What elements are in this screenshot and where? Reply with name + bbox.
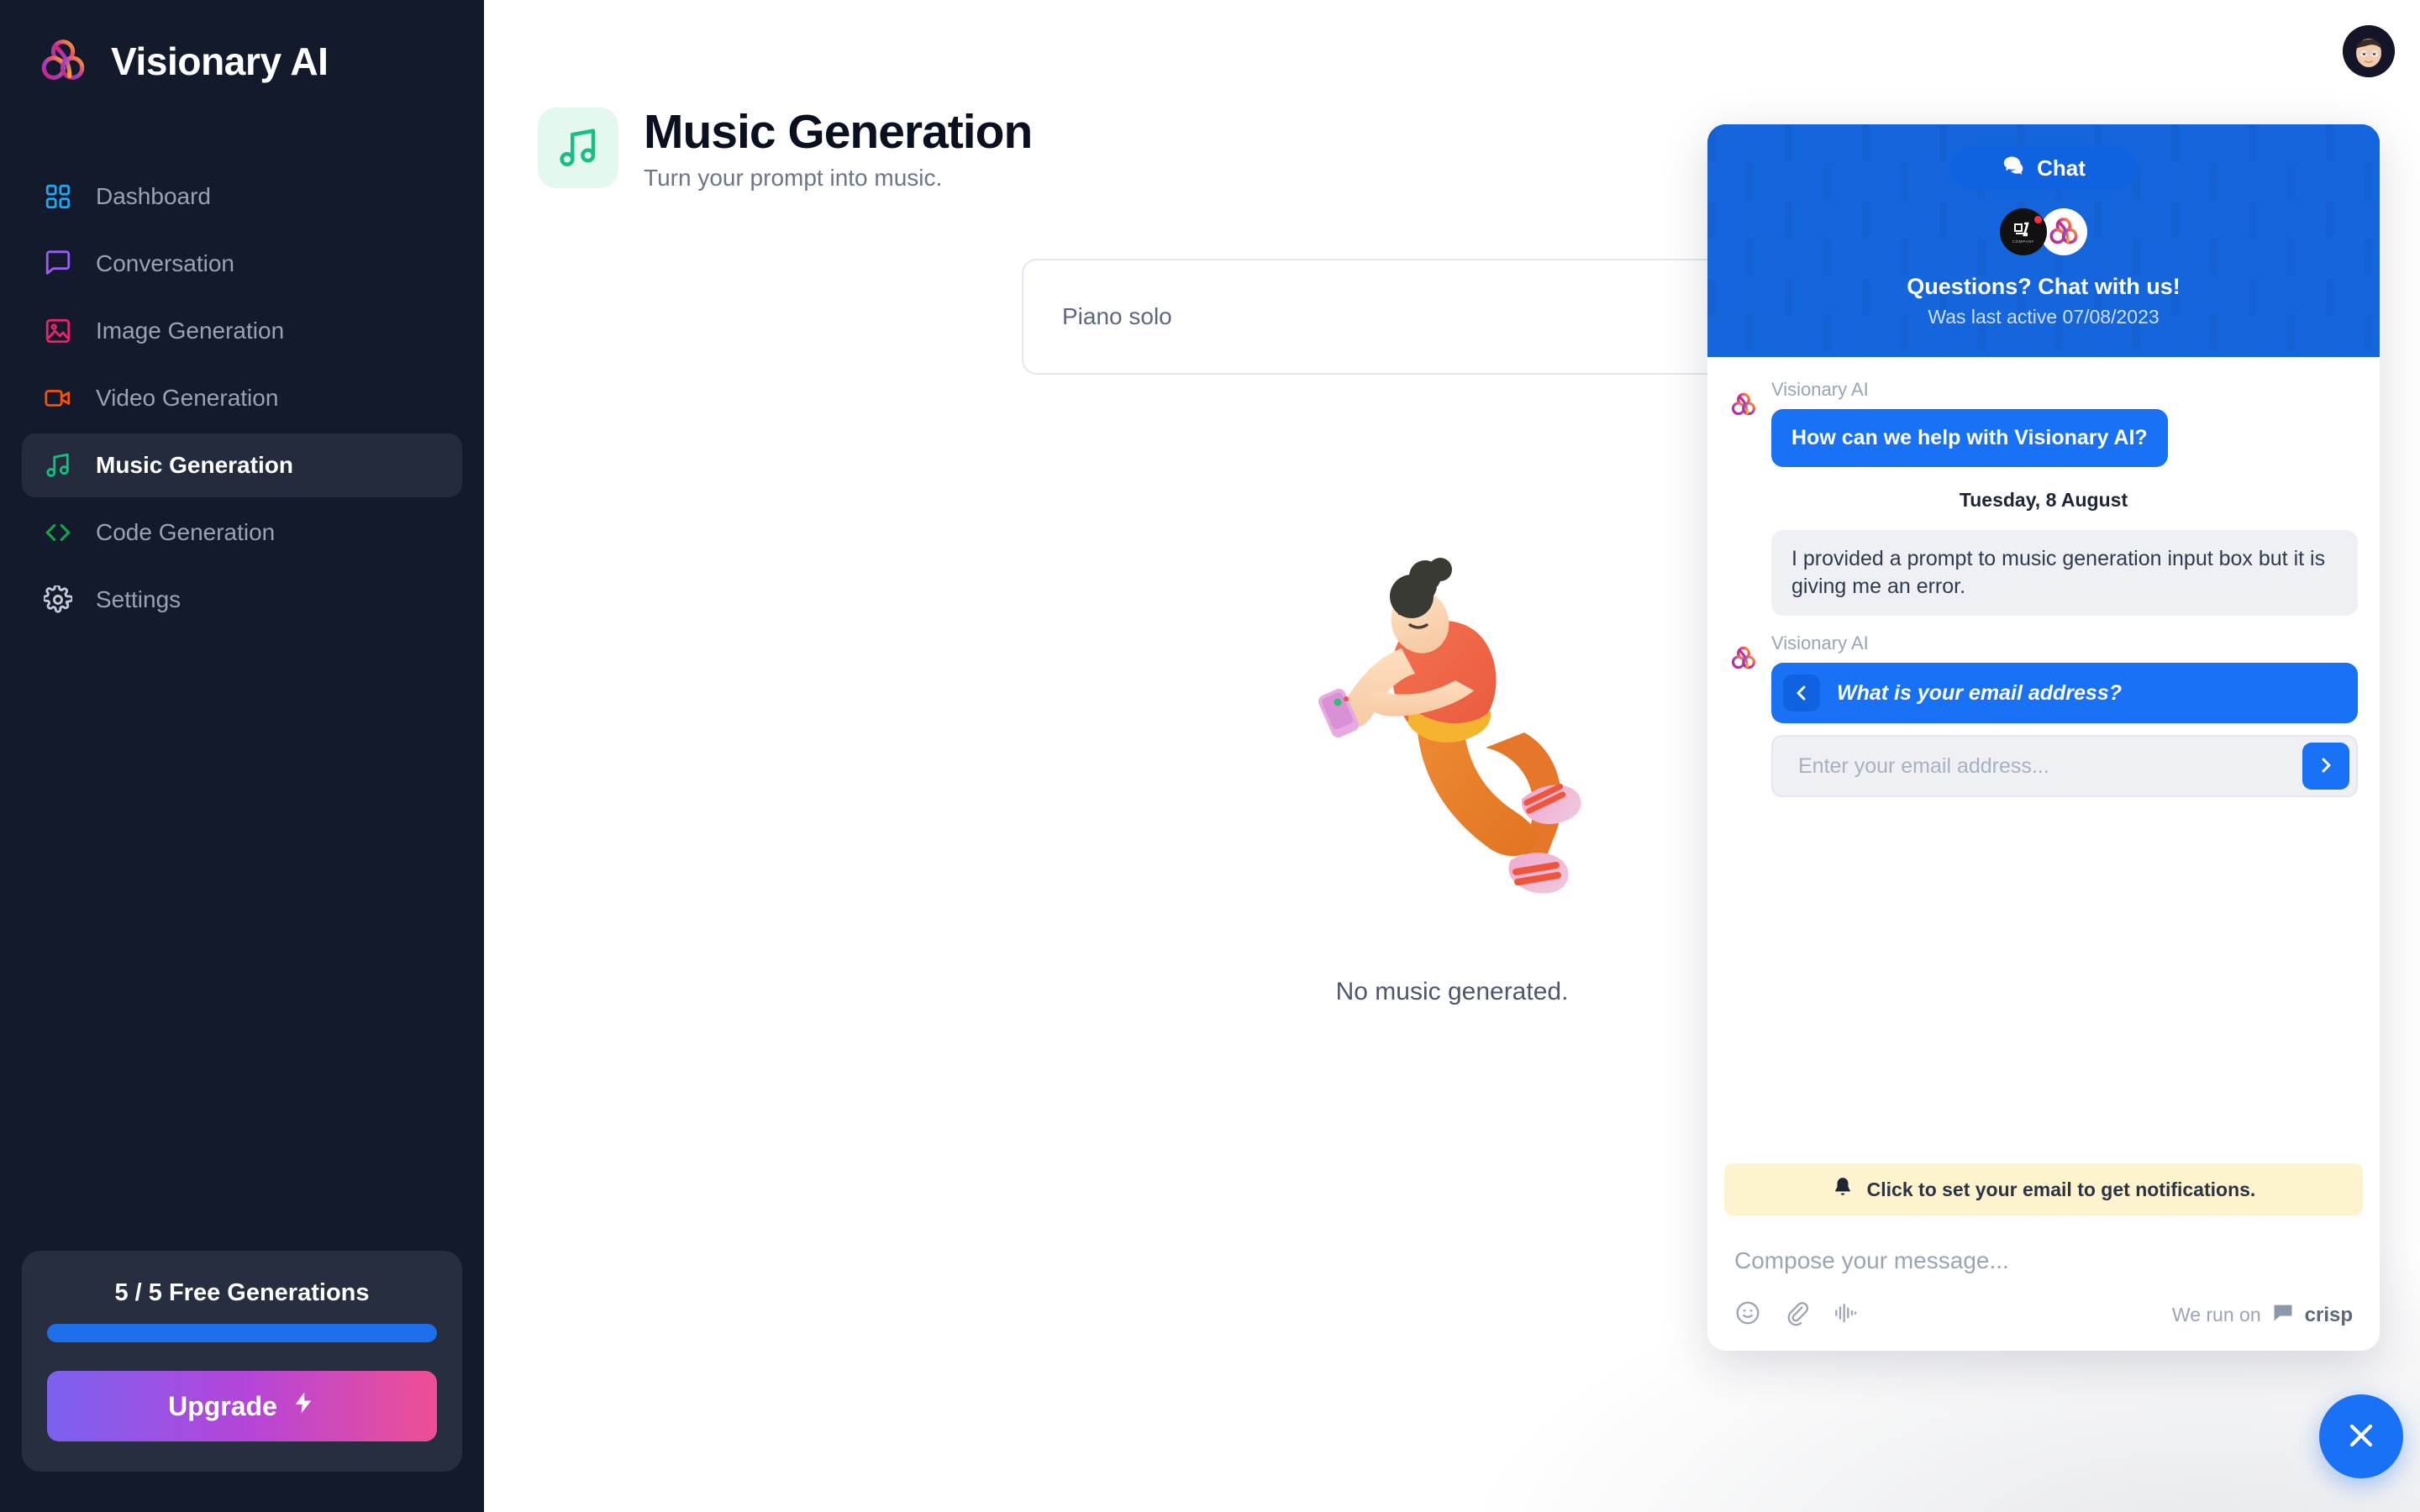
sidebar-item-music-generation[interactable]: Music Generation	[22, 433, 462, 497]
sidebar-item-settings[interactable]: Settings	[22, 568, 462, 632]
grid-icon	[42, 181, 74, 213]
day-separator: Tuesday, 8 August	[1959, 489, 2128, 511]
app-root: Visionary AI Dashboard Conversation Imag…	[0, 0, 2420, 1512]
bell-icon	[1832, 1176, 1854, 1203]
message-author: Visionary AI	[1771, 633, 1869, 654]
message-bubble: How can we help with Visionary AI?	[1771, 409, 2168, 467]
email-input-row[interactable]	[1771, 735, 2358, 797]
trefoil-logo-icon	[37, 35, 89, 87]
close-icon	[2343, 1417, 2380, 1457]
chevron-left-icon[interactable]	[1783, 675, 1820, 711]
page-subtitle: Turn your prompt into music.	[644, 164, 943, 191]
online-status-dot	[2034, 216, 2042, 223]
gear-icon	[42, 584, 74, 616]
generations-progress-fill	[47, 1324, 437, 1342]
crisp-logo-icon	[2271, 1301, 2295, 1330]
chat-message-user: I provided a prompt to music generation …	[1729, 530, 2358, 616]
compose-message-input[interactable]	[1724, 1237, 2363, 1284]
question-bubble: What is your email address?	[1771, 663, 2358, 723]
image-icon	[42, 315, 74, 347]
sidebar-item-label: Image Generation	[96, 318, 285, 344]
chat-message-question: Visionary AI What is your email address?	[1729, 633, 2358, 797]
powered-by-brand: crisp	[2304, 1303, 2353, 1326]
visionary-ai-avatar	[1729, 644, 1758, 673]
upgrade-card: 5 / 5 Free Generations Upgrade	[22, 1251, 462, 1472]
lightning-bolt-icon	[291, 1390, 316, 1422]
prompt-input-value: Piano solo	[1062, 303, 1172, 329]
sidebar-item-conversation[interactable]: Conversation	[22, 232, 462, 296]
video-icon	[42, 382, 74, 414]
floating-person-with-phone-illustration	[1276, 538, 1628, 941]
audio-waveform-icon[interactable]	[1832, 1299, 1859, 1331]
sidebar-item-label: Code Generation	[96, 519, 276, 545]
powered-by-prefix: We run on	[2171, 1304, 2261, 1326]
powered-by-crisp[interactable]: We run on crisp	[2172, 1301, 2353, 1330]
free-generations-label: 5 / 5 Free Generations	[114, 1279, 370, 1306]
sidebar-item-label: Conversation	[96, 250, 234, 276]
visionary-ai-avatar	[2040, 208, 2087, 255]
chat-widget-title: Questions? Chat with us!	[1907, 274, 2181, 299]
user-avatar[interactable]	[2343, 25, 2395, 77]
generations-progress-bar	[47, 1324, 437, 1342]
chat-bubbles-icon	[2002, 154, 2025, 183]
code-brackets-icon	[42, 517, 74, 549]
message-bubble: I provided a prompt to music generation …	[1771, 530, 2358, 616]
chat-tab[interactable]: Chat	[1950, 146, 2137, 190]
brand-name: Visionary AI	[111, 39, 329, 83]
sidebar-item-video-generation[interactable]: Video Generation	[22, 366, 462, 430]
sidebar-item-label: Dashboard	[96, 183, 211, 209]
visionary-ai-avatar	[1729, 391, 1758, 419]
sidebar-item-label: Settings	[96, 586, 182, 612]
page-title: Music Generation	[644, 105, 1033, 159]
brand: Visionary AI	[0, 0, 484, 87]
chat-widget-header: Chat COMPANY Questions? Chat with us! Wa…	[1707, 124, 2380, 357]
upgrade-button[interactable]: Upgrade	[47, 1371, 437, 1441]
sidebar-item-image-generation[interactable]: Image Generation	[22, 299, 462, 363]
empty-state-text: No music generated.	[1335, 978, 1569, 1005]
chat-messages: Visionary AI How can we help with Vision…	[1707, 357, 2380, 1163]
operator-avatars: COMPANY	[1707, 208, 2380, 255]
chat-bubble-icon	[42, 248, 74, 280]
sidebar-nav: Dashboard Conversation Image Generation …	[0, 165, 484, 632]
notification-banner[interactable]: Click to set your email to get notificat…	[1724, 1163, 2363, 1215]
question-text: What is your email address?	[1837, 680, 2122, 705]
sidebar-item-code-generation[interactable]: Code Generation	[22, 501, 462, 564]
attachment-icon[interactable]	[1783, 1299, 1810, 1331]
sidebar: Visionary AI Dashboard Conversation Imag…	[0, 0, 484, 1512]
music-note-icon	[538, 108, 618, 188]
notification-text: Click to set your email to get notificat…	[1866, 1178, 2256, 1200]
chat-footer: Click to set your email to get notificat…	[1707, 1163, 2380, 1351]
chat-widget-subtitle: Was last active 07/08/2023	[1928, 306, 2160, 328]
email-submit-button[interactable]	[2302, 743, 2349, 790]
chat-toolbar: We run on crisp	[1724, 1284, 2363, 1331]
email-input[interactable]	[1798, 753, 2302, 779]
sidebar-item-label: Music Generation	[96, 452, 293, 478]
chat-message-agent: Visionary AI How can we help with Vision…	[1729, 379, 2358, 467]
sidebar-item-label: Video Generation	[96, 385, 279, 411]
upgrade-button-label: Upgrade	[168, 1390, 277, 1421]
chat-tab-label: Chat	[2037, 155, 2086, 181]
emoji-icon[interactable]	[1734, 1299, 1761, 1331]
svg-text:COMPANY: COMPANY	[2012, 239, 2034, 244]
chat-widget: Chat COMPANY Questions? Chat with us! Wa…	[1707, 124, 2380, 1351]
music-note-icon	[42, 449, 74, 481]
message-author: Visionary AI	[1771, 379, 1869, 400]
chat-close-button[interactable]	[2319, 1394, 2403, 1478]
sidebar-item-dashboard[interactable]: Dashboard	[22, 165, 462, 228]
chevron-right-icon	[2316, 755, 2336, 778]
hi-company-avatar: COMPANY	[2000, 208, 2047, 255]
